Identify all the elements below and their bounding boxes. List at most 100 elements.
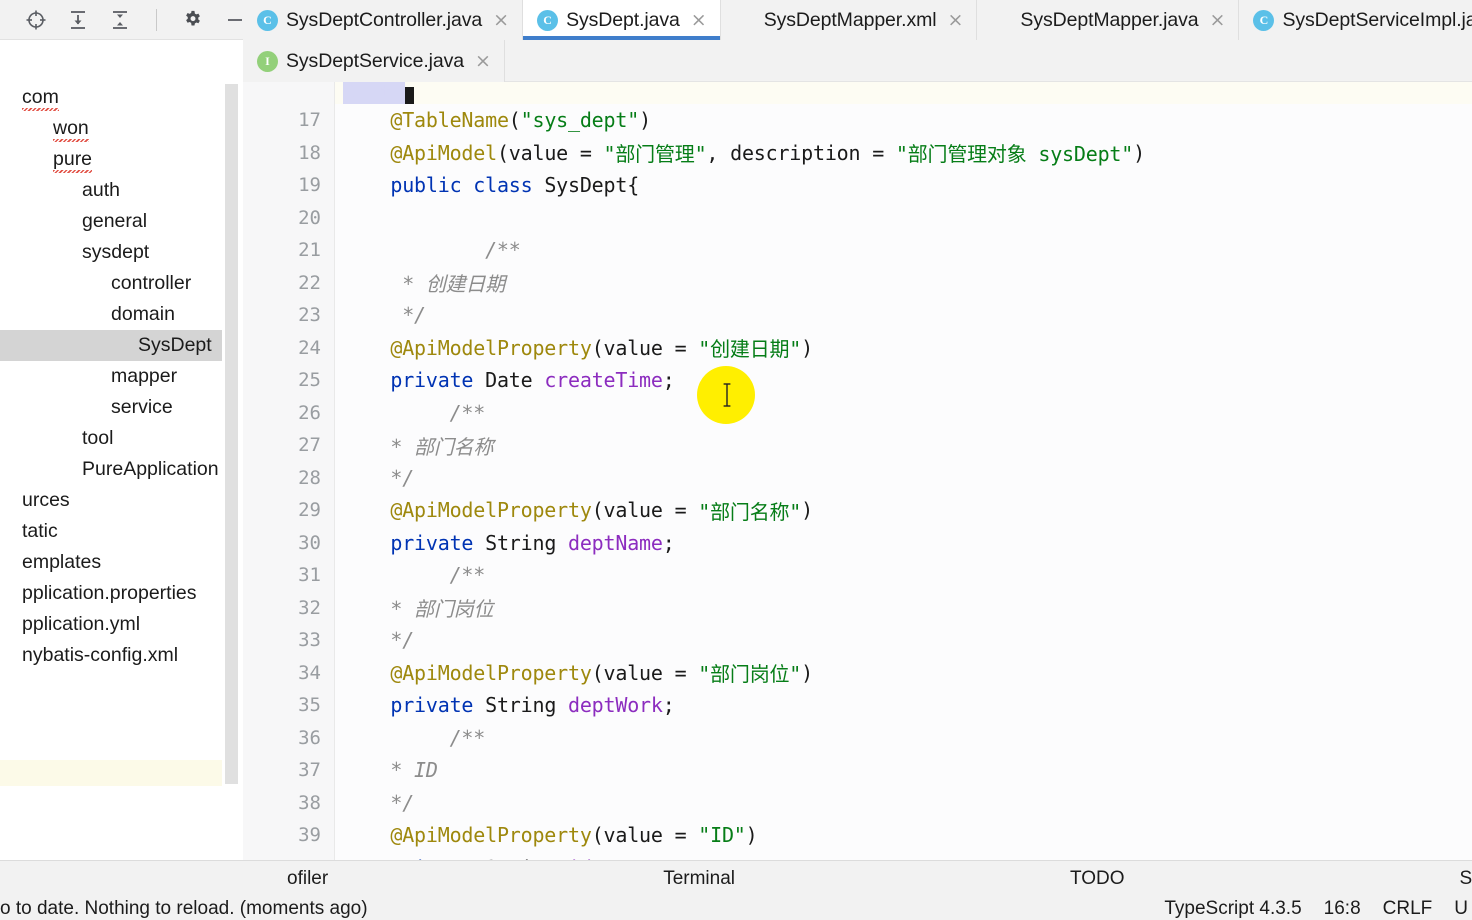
- code-line-text: @ApiModel (value = "部门管理", description = …: [343, 137, 1145, 170]
- code-line[interactable]: 20: [243, 202, 1472, 235]
- editor-tab-SysDeptMapper-java[interactable]: SysDeptMapper.java ×: [977, 0, 1240, 40]
- code-line[interactable]: 28 */: [243, 462, 1472, 495]
- line-number[interactable]: 18: [243, 137, 321, 170]
- line-number[interactable]: 32: [243, 592, 321, 625]
- tree-item-nybatis-config-xml[interactable]: nybatis-config.xml: [0, 640, 222, 671]
- code-line-text: @TableName("sys_dept"): [343, 104, 651, 137]
- close-icon[interactable]: ×: [475, 51, 491, 71]
- line-number[interactable]: 31: [243, 559, 321, 592]
- sidebar-bottom-strip: [0, 760, 222, 786]
- close-icon[interactable]: ×: [493, 10, 509, 30]
- close-icon[interactable]: ×: [691, 10, 707, 30]
- code-line[interactable]: 18 @ApiModel (value = "部门管理", description…: [243, 137, 1472, 170]
- code-lines[interactable]: 17 @TableName("sys_dept") 18 @ApiModel (va…: [243, 82, 1472, 860]
- line-number[interactable]: 35: [243, 689, 321, 722]
- tree-item-urces[interactable]: urces: [0, 485, 222, 516]
- expand-all-icon[interactable]: [66, 8, 90, 32]
- gutter-marker-icon[interactable]: [291, 397, 313, 430]
- code-line[interactable]: 25 private Date createTime;: [243, 364, 1472, 397]
- code-line[interactable]: 19 public class SysDept{: [243, 169, 1472, 202]
- code-fold-end-icon[interactable]: [323, 787, 343, 820]
- code-token: ;: [662, 693, 675, 718]
- line-number[interactable]: 29: [243, 494, 321, 527]
- editor-tab-SysDeptService-java[interactable]: I SysDeptService.java ×: [243, 40, 505, 82]
- code-line[interactable]: 32 * 部门岗位: [243, 592, 1472, 625]
- editor-tab-SysDeptController-java[interactable]: C SysDeptController.java ×: [243, 0, 524, 40]
- code-fold-end-icon[interactable]: [323, 462, 343, 495]
- line-number[interactable]: 34: [243, 657, 321, 690]
- tree-item-pplication-yml[interactable]: pplication.yml: [0, 609, 222, 640]
- code-line[interactable]: 30 private String deptName;: [243, 527, 1472, 560]
- line-number[interactable]: 19: [243, 169, 321, 202]
- editor-tab-SysDept-java[interactable]: C SysDept.java ×: [523, 0, 721, 40]
- code-line-text: */: [343, 462, 414, 495]
- settings-gear-icon[interactable]: [181, 8, 205, 32]
- editor-tab-SysDeptMapper-xml[interactable]: SysDeptMapper.xml ×: [720, 0, 978, 40]
- code-line[interactable]: 33 */: [243, 624, 1472, 657]
- tree-item-sysdept[interactable]: SysDept: [0, 330, 222, 361]
- tool-window-button-terminal[interactable]: Terminal: [342, 861, 749, 898]
- tree-item-pplication-properties[interactable]: pplication.properties: [0, 578, 222, 609]
- tree-item-com[interactable]: com: [0, 82, 222, 113]
- code-line-text: private Date createTime;: [343, 364, 674, 397]
- line-number[interactable]: 28: [243, 462, 321, 495]
- editor-tab-SysDeptServiceImpl-java[interactable]: CSysDeptServiceImpl.java×: [1239, 0, 1472, 40]
- line-number[interactable]: 27: [243, 429, 321, 462]
- project-tree-panel[interactable]: com won pure auth general sysdept controller do…: [0, 82, 222, 860]
- line-number[interactable]: 22: [243, 267, 321, 300]
- tree-item-tool[interactable]: tool: [0, 423, 222, 454]
- code-line[interactable]: 34 @ApiModelProperty (value = "部门岗位"): [243, 657, 1472, 690]
- code-line[interactable]: 35 private String deptWork;: [243, 689, 1472, 722]
- tree-item-emplates[interactable]: emplates: [0, 547, 222, 578]
- tool-window-button-ofiler[interactable]: ofiler: [0, 861, 342, 898]
- tool-window-label: Sequence Diagram: [1459, 868, 1472, 889]
- code-token: @ApiModel: [390, 140, 497, 165]
- tool-window-bar: ofilerTerminalTODOSequence DiagramDebugB…: [0, 860, 1472, 897]
- code-line[interactable]: 21 /**: [243, 234, 1472, 267]
- code-line[interactable]: 23 */: [243, 299, 1472, 332]
- locate-icon[interactable]: [24, 8, 48, 32]
- line-number[interactable]: 17: [243, 104, 321, 137]
- line-number[interactable]: 21: [243, 234, 321, 267]
- status-encoding[interactable]: U: [1454, 898, 1468, 920]
- code-line[interactable]: 22 * 创建日期: [243, 267, 1472, 300]
- code-token: "部门管理对象 sysDept": [895, 142, 1134, 167]
- line-number[interactable]: 23: [243, 299, 321, 332]
- status-language[interactable]: TypeScript 4.3.5: [1164, 898, 1301, 920]
- collapse-all-icon[interactable]: [108, 8, 132, 32]
- code-line[interactable]: 37 * ID: [243, 754, 1472, 787]
- code-fold-end-icon[interactable]: [323, 624, 343, 657]
- tree-item-label: service: [111, 396, 173, 418]
- tool-window-label: Terminal: [663, 868, 735, 889]
- status-caret-position[interactable]: 16:8: [1324, 898, 1361, 920]
- code-line[interactable]: 27 * 部门名称: [243, 429, 1472, 462]
- code-line[interactable]: 17 @TableName("sys_dept"): [243, 104, 1472, 137]
- line-number[interactable]: 37: [243, 754, 321, 787]
- code-fold-end-icon[interactable]: [323, 299, 343, 332]
- sidebar-scrollbar[interactable]: [225, 84, 238, 784]
- tree-item-tatic[interactable]: tatic: [0, 516, 222, 547]
- tree-item-controller[interactable]: controller: [0, 268, 222, 299]
- tool-window-button-sequence-diagram[interactable]: Sequence Diagram: [1139, 861, 1472, 898]
- code-line[interactable]: 24 @ApiModelProperty (value = "创建日期"): [243, 332, 1472, 365]
- line-number[interactable]: 20: [243, 202, 321, 235]
- code-line[interactable]: 29 @ApiModelProperty (value = "部门名称"): [243, 494, 1472, 527]
- tree-item-pureapplication[interactable]: PureApplication: [0, 454, 222, 485]
- code-token: * ID: [343, 758, 438, 783]
- line-number[interactable]: 33: [243, 624, 321, 657]
- code-line[interactable]: 26 /**: [243, 397, 1472, 430]
- line-number[interactable]: 30: [243, 527, 321, 560]
- tree-item-domain[interactable]: domain: [0, 299, 222, 330]
- code-fold-end-icon[interactable]: [323, 137, 343, 170]
- status-line-separator[interactable]: CRLF: [1383, 898, 1433, 920]
- code-token: @ApiModelProperty: [390, 660, 592, 685]
- code-line[interactable]: 31 /**: [243, 559, 1472, 592]
- tool-window-button-todo[interactable]: TODO: [749, 861, 1139, 898]
- code-line[interactable]: 36 /**: [243, 722, 1472, 755]
- tree-item-sysdept[interactable]: sysdept: [0, 237, 222, 268]
- code-editor[interactable]: @Data 17 @TableName("sys_dept") 18 @ApiMo…: [243, 82, 1472, 860]
- line-number[interactable]: 36: [243, 722, 321, 755]
